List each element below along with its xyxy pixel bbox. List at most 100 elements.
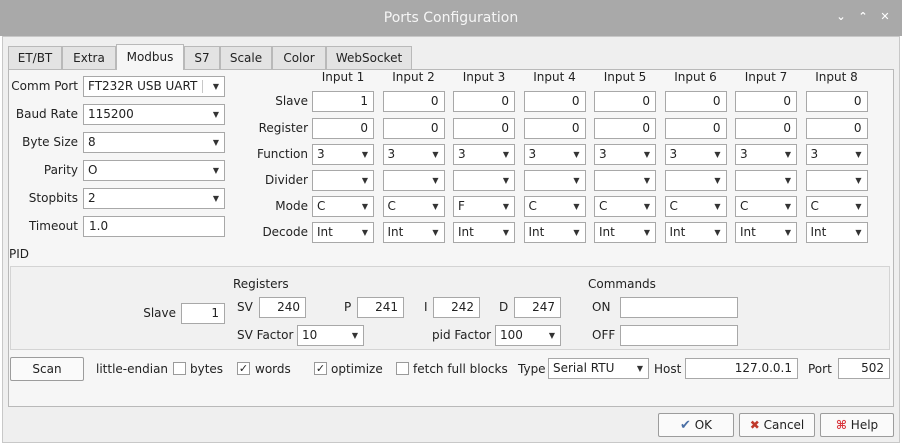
input-3-function-combo[interactable]: 3 ▼ xyxy=(453,144,515,165)
byte-size-combo[interactable]: 8 ▼ xyxy=(83,132,225,153)
comm-port-combo[interactable]: FT232R USB UART ▼ xyxy=(83,76,225,97)
input-3-divider-combo[interactable]: ▼ xyxy=(453,170,515,191)
input-5-divider-combo[interactable]: ▼ xyxy=(594,170,656,191)
input-2-divider-combo[interactable]: ▼ xyxy=(382,170,445,191)
input-1-mode-combo[interactable]: C ▼ xyxy=(312,196,374,217)
d-label: D xyxy=(499,300,509,314)
input-3-register-field[interactable]: 0 xyxy=(453,118,515,139)
input-7-slave-field[interactable]: 0 xyxy=(735,91,797,112)
sv-register-input[interactable]: 240 xyxy=(259,297,306,318)
parity-combo[interactable]: O ▼ xyxy=(83,160,225,181)
bytes-checkbox[interactable] xyxy=(173,362,186,375)
maximize-button[interactable]: ⌃ xyxy=(855,9,871,25)
input-2-slave-field[interactable]: 0 xyxy=(382,91,445,112)
input-4-function-combo[interactable]: 3 ▼ xyxy=(523,144,586,165)
input-8-register-field[interactable]: 0 xyxy=(805,118,868,139)
off-command-input[interactable] xyxy=(620,325,738,346)
input-5-register-field[interactable]: 0 xyxy=(594,118,656,139)
input-2-function-combo[interactable]: 3 ▼ xyxy=(382,144,445,165)
fetch-full-blocks-checkbox[interactable] xyxy=(396,362,409,375)
ok-button[interactable]: ✔ OK xyxy=(658,413,734,437)
input-6-function-combo[interactable]: 3 ▼ xyxy=(664,144,727,165)
help-button[interactable]: ⌘ Help xyxy=(820,413,894,437)
input-6-slave-field[interactable]: 0 xyxy=(664,91,727,112)
input-6-decode-combo[interactable]: Int ▼ xyxy=(664,222,727,243)
input-8-function-combo[interactable]: 3 ▼ xyxy=(805,144,868,165)
host-label: Host xyxy=(654,362,682,376)
input-4-divider-combo[interactable]: ▼ xyxy=(523,170,586,191)
chevron-down-icon: ▼ xyxy=(784,202,791,211)
input-1-decode-combo[interactable]: Int ▼ xyxy=(312,222,374,243)
input-3-slave-field[interactable]: 0 xyxy=(453,91,515,112)
pid-slave-input[interactable]: 1 xyxy=(181,303,225,324)
tab-color[interactable]: Color xyxy=(272,46,326,69)
input-7-mode-combo[interactable]: C ▼ xyxy=(735,196,797,217)
input-7-function-combo[interactable]: 3 ▼ xyxy=(735,144,797,165)
input-4-mode-combo[interactable]: C ▼ xyxy=(523,196,586,217)
input-6-divider-combo[interactable]: ▼ xyxy=(664,170,727,191)
input-2-decode-combo[interactable]: Int ▼ xyxy=(382,222,445,243)
input-5-slave-field[interactable]: 0 xyxy=(594,91,656,112)
tab-s7[interactable]: S7 xyxy=(184,46,220,69)
chevron-down-icon: ▼ xyxy=(714,202,721,211)
row-label-mode: Mode xyxy=(275,199,308,213)
host-input[interactable]: 127.0.0.1 xyxy=(685,358,798,379)
stopbits-combo[interactable]: 2 ▼ xyxy=(83,188,225,209)
tab-scale[interactable]: Scale xyxy=(220,46,272,69)
scan-button[interactable]: Scan xyxy=(10,357,84,381)
input-5-mode-combo[interactable]: C ▼ xyxy=(594,196,656,217)
tab-modbus[interactable]: Modbus xyxy=(116,44,184,70)
input-6-register-field[interactable]: 0 xyxy=(664,118,727,139)
tab-extra[interactable]: Extra xyxy=(62,46,116,69)
input-5-function-combo[interactable]: 3 ▼ xyxy=(594,144,656,165)
tab-et-bt[interactable]: ET/BT xyxy=(8,46,62,69)
optimize-checkbox[interactable]: ✓ xyxy=(314,362,327,375)
minimize-button[interactable]: ⌄ xyxy=(833,9,849,25)
chevron-down-icon: ▼ xyxy=(351,331,358,340)
input-7-register-field[interactable]: 0 xyxy=(735,118,797,139)
input-7-decode-combo[interactable]: Int ▼ xyxy=(735,222,797,243)
cancel-button[interactable]: ✖ Cancel xyxy=(739,413,815,437)
input-1-slave-field[interactable]: 1 xyxy=(312,91,374,112)
input-6-mode-combo[interactable]: C ▼ xyxy=(664,196,727,217)
on-command-input[interactable] xyxy=(620,297,738,318)
close-button[interactable]: ✕ xyxy=(877,9,893,25)
input-4-slave-field[interactable]: 0 xyxy=(523,91,586,112)
pid-factor-combo[interactable]: 100 ▼ xyxy=(495,325,561,346)
i-label: I xyxy=(424,300,428,314)
baud-rate-combo[interactable]: 115200 ▼ xyxy=(83,104,225,125)
input-2-mode-combo[interactable]: C ▼ xyxy=(382,196,445,217)
sv-factor-combo[interactable]: 10 ▼ xyxy=(297,325,364,346)
chevron-down-icon: ▼ xyxy=(212,82,219,91)
input-1-divider-combo[interactable]: ▼ xyxy=(312,170,374,191)
input-4-decode-combo[interactable]: Int ▼ xyxy=(523,222,586,243)
input-3-mode-combo[interactable]: F ▼ xyxy=(453,196,515,217)
input-8-divider-combo[interactable]: ▼ xyxy=(805,170,868,191)
input-5-decode-combo[interactable]: Int ▼ xyxy=(594,222,656,243)
input-8-slave-field[interactable]: 0 xyxy=(805,91,868,112)
timeout-input[interactable]: 1.0 xyxy=(83,216,225,237)
input-1-function-combo[interactable]: 3 ▼ xyxy=(312,144,374,165)
chevron-down-icon: ▼ xyxy=(573,150,580,159)
input-1-register-field[interactable]: 0 xyxy=(312,118,374,139)
d-register-input[interactable]: 247 xyxy=(514,297,561,318)
input-8-mode-combo[interactable]: C ▼ xyxy=(805,196,868,217)
input-4-register-field[interactable]: 0 xyxy=(523,118,586,139)
row-label-decode: Decode xyxy=(262,225,308,239)
off-label: OFF xyxy=(592,328,616,342)
words-checkbox[interactable]: ✓ xyxy=(237,362,250,375)
tab-websocket[interactable]: WebSocket xyxy=(326,46,412,69)
input-8-decode-combo[interactable]: Int ▼ xyxy=(805,222,868,243)
chevron-down-icon: ▼ xyxy=(548,331,555,340)
input-7-divider-combo[interactable]: ▼ xyxy=(735,170,797,191)
input-3-decode-combo[interactable]: Int ▼ xyxy=(453,222,515,243)
p-register-input[interactable]: 241 xyxy=(357,297,404,318)
chevron-down-icon: ▼ xyxy=(714,228,721,237)
input-2-register-field[interactable]: 0 xyxy=(382,118,445,139)
chevron-down-icon: ▼ xyxy=(432,228,439,237)
chevron-down-icon: ▼ xyxy=(432,150,439,159)
port-input[interactable]: 502 xyxy=(838,358,890,379)
type-combo[interactable]: Serial RTU ▼ xyxy=(548,358,649,379)
i-register-input[interactable]: 242 xyxy=(433,297,480,318)
input-5-header: Input 5 xyxy=(603,70,647,84)
